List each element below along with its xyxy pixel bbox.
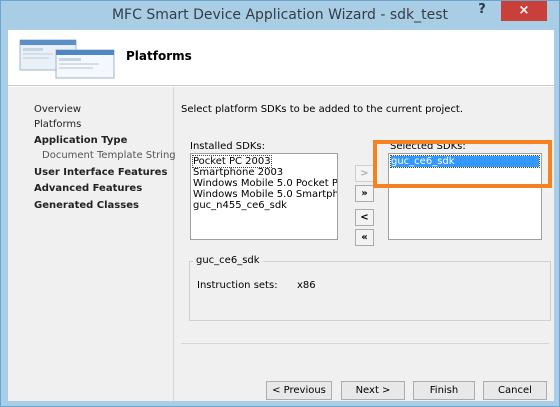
- list-item[interactable]: Pocket PC 2003: [192, 155, 272, 168]
- add-sdk-button[interactable]: >: [355, 165, 374, 182]
- footer-divider: [181, 343, 549, 344]
- list-item[interactable]: Windows Mobile 5.0 Pocket PC SD: [193, 178, 337, 189]
- wizard-nav: Overview Platforms Application Type Docu…: [8, 87, 181, 401]
- platforms-panel: Select platform SDKs to be added to the …: [175, 87, 554, 401]
- instruction-sets-value: x86: [297, 280, 316, 291]
- installed-sdks-list[interactable]: Pocket PC 2003 Smartphone 2003 Windows M…: [190, 153, 338, 240]
- list-item[interactable]: Smartphone 2003: [193, 167, 283, 178]
- wizard-client-area: Platforms Overview Platforms Application…: [8, 30, 554, 401]
- list-item[interactable]: Windows Mobile 5.0 Smartphone: [193, 189, 337, 200]
- remove-sdk-button[interactable]: <: [355, 209, 374, 226]
- cancel-button[interactable]: Cancel: [483, 381, 547, 400]
- title-bar[interactable]: MFC Smart Device Application Wizard - sd…: [1, 1, 559, 29]
- sdk-details-title: guc_ce6_sdk: [193, 255, 263, 266]
- remove-all-sdks-button[interactable]: «: [355, 229, 374, 246]
- selected-sdks-highlight: [373, 140, 552, 188]
- previous-button[interactable]: < Previous: [266, 381, 332, 400]
- instruction-text: Select platform SDKs to be added to the …: [181, 104, 464, 115]
- page-title: Platforms: [126, 49, 192, 63]
- nav-item-document-template-strings[interactable]: Document Template Strings: [42, 150, 181, 161]
- nav-item-platforms[interactable]: Platforms: [34, 119, 81, 130]
- nav-item-user-interface-features[interactable]: User Interface Features: [34, 167, 167, 178]
- wizard-banner-icon: [19, 39, 115, 79]
- help-button[interactable]: ?: [469, 1, 495, 21]
- installed-sdks-label: Installed SDKs:: [190, 141, 265, 152]
- wizard-body: Overview Platforms Application Type Docu…: [8, 87, 554, 401]
- wizard-window: MFC Smart Device Application Wizard - sd…: [0, 0, 560, 407]
- instruction-sets-label: Instruction sets:: [197, 280, 278, 291]
- list-item[interactable]: guc_n455_ce6_sdk: [193, 200, 287, 211]
- close-button[interactable]: ×: [501, 1, 547, 21]
- finish-button[interactable]: Finish: [413, 381, 475, 400]
- nav-item-advanced-features[interactable]: Advanced Features: [34, 183, 142, 194]
- nav-item-application-type[interactable]: Application Type: [34, 135, 127, 146]
- add-all-sdks-button[interactable]: »: [355, 185, 374, 202]
- next-button[interactable]: Next >: [341, 381, 405, 400]
- nav-item-overview[interactable]: Overview: [34, 104, 81, 115]
- wizard-header: Platforms: [8, 30, 554, 86]
- sdk-details-group: [189, 261, 551, 321]
- nav-item-generated-classes[interactable]: Generated Classes: [34, 200, 139, 211]
